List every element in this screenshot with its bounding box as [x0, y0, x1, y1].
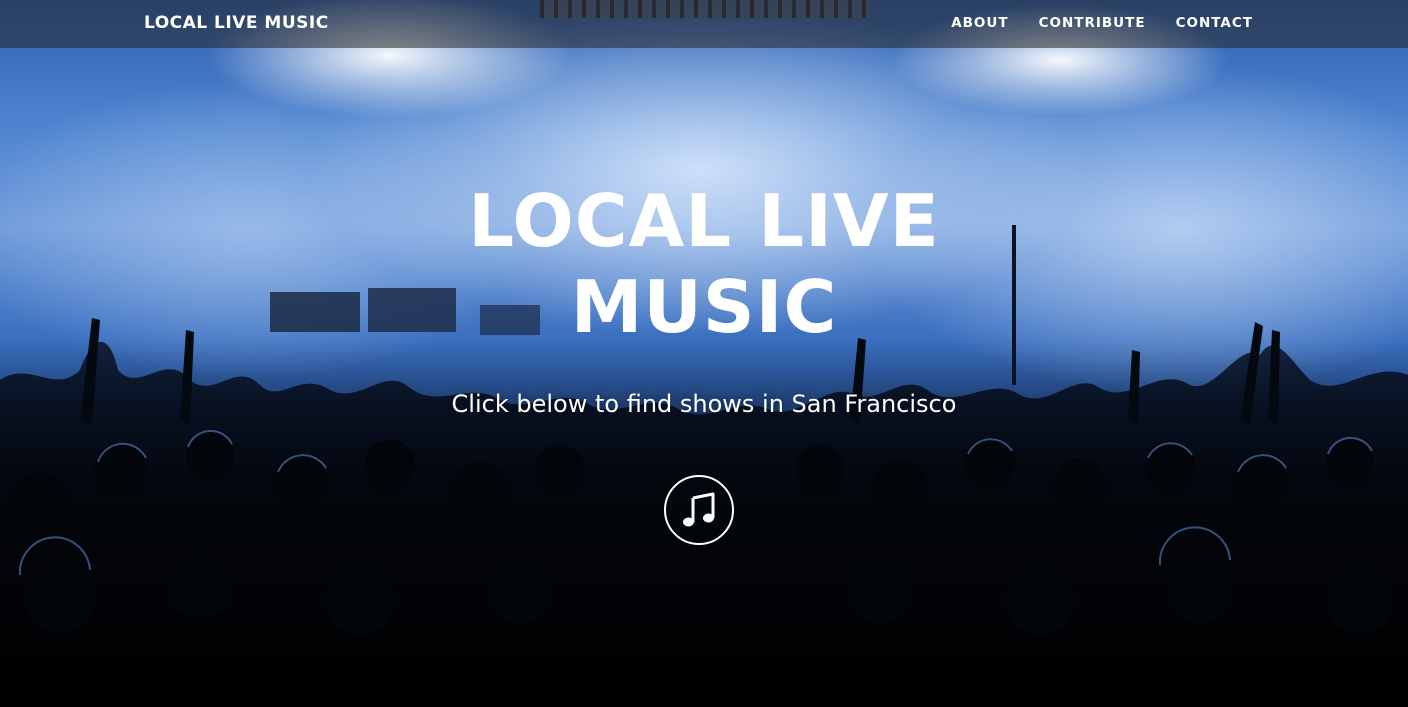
nav-link-contribute[interactable]: CONTRIBUTE: [1039, 15, 1146, 31]
find-shows-button[interactable]: [664, 475, 734, 545]
nav-link-about[interactable]: ABOUT: [951, 15, 1008, 31]
crowd-silhouette: [0, 225, 1408, 707]
nav-link-contact[interactable]: CONTACT: [1176, 15, 1253, 31]
hero-title: LOCAL LIVE MUSIC: [354, 178, 1054, 350]
nav-links: ABOUT CONTRIBUTE CONTACT: [951, 15, 1253, 31]
hero-title-line1: LOCAL LIVE: [468, 179, 940, 263]
hero-subtitle: Click below to find shows in San Francis…: [451, 390, 957, 418]
hero-background: [0, 0, 1408, 707]
top-navbar: LOCAL LIVE MUSIC ABOUT CONTRIBUTE CONTAC…: [0, 0, 1408, 48]
hero-title-line2: MUSIC: [570, 265, 838, 349]
brand-link[interactable]: LOCAL LIVE MUSIC: [144, 13, 329, 33]
music-note-icon: [683, 492, 715, 527]
